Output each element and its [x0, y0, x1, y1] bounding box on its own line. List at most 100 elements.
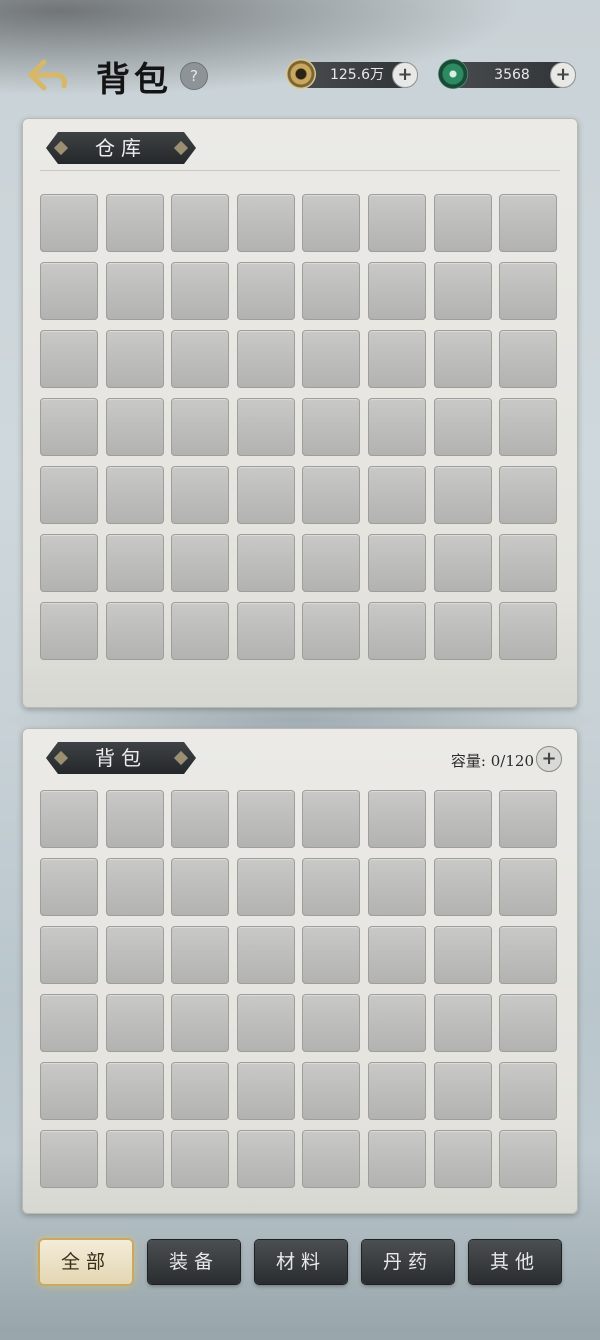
bag-slot[interactable]	[367, 1130, 426, 1188]
bag-slot[interactable]	[236, 926, 295, 984]
bag-slot[interactable]	[499, 1062, 558, 1120]
warehouse-slot[interactable]	[302, 534, 361, 592]
warehouse-slot[interactable]	[105, 330, 164, 388]
bag-slot[interactable]	[236, 790, 295, 848]
warehouse-slot[interactable]	[499, 534, 558, 592]
warehouse-slot[interactable]	[433, 194, 492, 252]
bag-slot[interactable]	[171, 790, 230, 848]
warehouse-slot[interactable]	[499, 398, 558, 456]
bag-slot[interactable]	[499, 858, 558, 916]
bag-slot[interactable]	[236, 858, 295, 916]
expand-capacity-button[interactable]: +	[536, 746, 562, 772]
warehouse-slot[interactable]	[105, 262, 164, 320]
warehouse-slot[interactable]	[40, 602, 98, 660]
tab-equipment[interactable]: 装备	[148, 1240, 240, 1284]
warehouse-slot[interactable]	[499, 194, 558, 252]
bag-slot[interactable]	[433, 790, 492, 848]
warehouse-slot[interactable]	[433, 466, 492, 524]
bag-slot[interactable]	[499, 1130, 558, 1188]
warehouse-slot[interactable]	[236, 398, 295, 456]
warehouse-slot[interactable]	[433, 534, 492, 592]
bag-slot[interactable]	[302, 994, 361, 1052]
warehouse-slot[interactable]	[236, 466, 295, 524]
bag-slot[interactable]	[302, 1062, 361, 1120]
warehouse-slot[interactable]	[367, 398, 426, 456]
warehouse-slot[interactable]	[171, 466, 230, 524]
warehouse-slot[interactable]	[302, 466, 361, 524]
bag-slot[interactable]	[105, 994, 164, 1052]
bag-slot[interactable]	[236, 1062, 295, 1120]
warehouse-slot[interactable]	[40, 262, 98, 320]
bag-slot[interactable]	[171, 994, 230, 1052]
warehouse-slot[interactable]	[302, 262, 361, 320]
bag-slot[interactable]	[499, 926, 558, 984]
bag-slot[interactable]	[40, 1062, 98, 1120]
bag-slot[interactable]	[105, 1130, 164, 1188]
warehouse-slot[interactable]	[40, 466, 98, 524]
warehouse-slot[interactable]	[40, 398, 98, 456]
warehouse-slot[interactable]	[367, 466, 426, 524]
bag-slot[interactable]	[367, 790, 426, 848]
bag-slot[interactable]	[171, 858, 230, 916]
bag-slot[interactable]	[367, 994, 426, 1052]
bag-slot[interactable]	[105, 1062, 164, 1120]
warehouse-slot[interactable]	[433, 262, 492, 320]
warehouse-slot[interactable]	[105, 398, 164, 456]
bag-slot[interactable]	[433, 1130, 492, 1188]
warehouse-slot[interactable]	[499, 330, 558, 388]
bag-slot[interactable]	[105, 790, 164, 848]
warehouse-slot[interactable]	[302, 602, 361, 660]
warehouse-slot[interactable]	[367, 194, 426, 252]
warehouse-slot[interactable]	[499, 602, 558, 660]
bag-slot[interactable]	[302, 858, 361, 916]
bag-slot[interactable]	[105, 926, 164, 984]
warehouse-slot[interactable]	[105, 602, 164, 660]
add-jade-button[interactable]: +	[550, 62, 576, 88]
tab-pills[interactable]: 丹药	[362, 1240, 454, 1284]
warehouse-slot[interactable]	[171, 398, 230, 456]
bag-slot[interactable]	[302, 926, 361, 984]
bag-slot[interactable]	[499, 994, 558, 1052]
bag-slot[interactable]	[105, 858, 164, 916]
warehouse-slot[interactable]	[499, 262, 558, 320]
help-button[interactable]: ?	[180, 62, 208, 90]
warehouse-slot[interactable]	[236, 262, 295, 320]
warehouse-slot[interactable]	[302, 330, 361, 388]
warehouse-slot[interactable]	[40, 330, 98, 388]
bag-slot[interactable]	[171, 926, 230, 984]
bag-slot[interactable]	[302, 1130, 361, 1188]
warehouse-slot[interactable]	[171, 330, 230, 388]
bag-slot[interactable]	[433, 858, 492, 916]
bag-slot[interactable]	[40, 858, 98, 916]
warehouse-slot[interactable]	[433, 398, 492, 456]
bag-slot[interactable]	[302, 790, 361, 848]
bag-slot[interactable]	[367, 1062, 426, 1120]
bag-slot[interactable]	[236, 994, 295, 1052]
add-coin-button[interactable]: +	[392, 62, 418, 88]
warehouse-slot[interactable]	[236, 330, 295, 388]
warehouse-slot[interactable]	[171, 262, 230, 320]
bag-slot[interactable]	[367, 858, 426, 916]
warehouse-slot[interactable]	[40, 194, 98, 252]
tab-materials[interactable]: 材料	[255, 1240, 347, 1284]
bag-slot[interactable]	[499, 790, 558, 848]
warehouse-slot[interactable]	[105, 534, 164, 592]
bag-slot[interactable]	[40, 994, 98, 1052]
warehouse-slot[interactable]	[433, 602, 492, 660]
warehouse-slot[interactable]	[236, 534, 295, 592]
bag-slot[interactable]	[367, 926, 426, 984]
warehouse-slot[interactable]	[367, 262, 426, 320]
bag-slot[interactable]	[433, 994, 492, 1052]
bag-slot[interactable]	[433, 1062, 492, 1120]
warehouse-slot[interactable]	[367, 534, 426, 592]
warehouse-slot[interactable]	[171, 194, 230, 252]
warehouse-slot[interactable]	[40, 534, 98, 592]
warehouse-slot[interactable]	[367, 330, 426, 388]
bag-slot[interactable]	[40, 1130, 98, 1188]
warehouse-slot[interactable]	[499, 466, 558, 524]
bag-slot[interactable]	[171, 1062, 230, 1120]
warehouse-slot[interactable]	[105, 466, 164, 524]
warehouse-slot[interactable]	[302, 194, 361, 252]
warehouse-slot[interactable]	[236, 602, 295, 660]
warehouse-slot[interactable]	[105, 194, 164, 252]
